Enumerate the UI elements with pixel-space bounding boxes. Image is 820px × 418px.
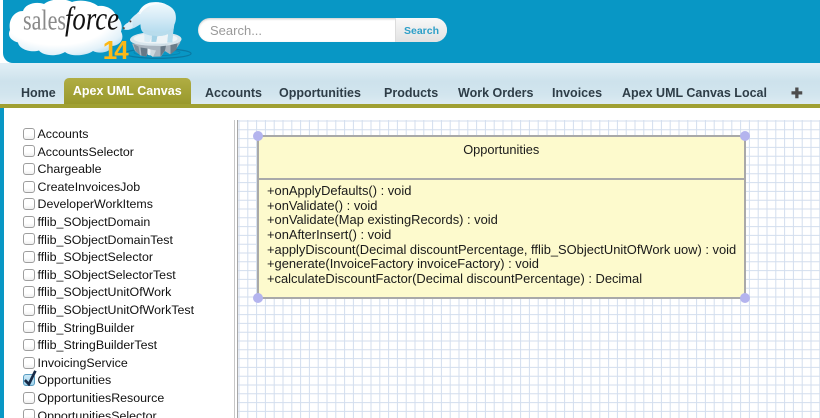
svg-text:4: 4	[114, 35, 129, 63]
svg-text:sales: sales	[23, 5, 66, 37]
svg-text:force: force	[65, 2, 119, 38]
